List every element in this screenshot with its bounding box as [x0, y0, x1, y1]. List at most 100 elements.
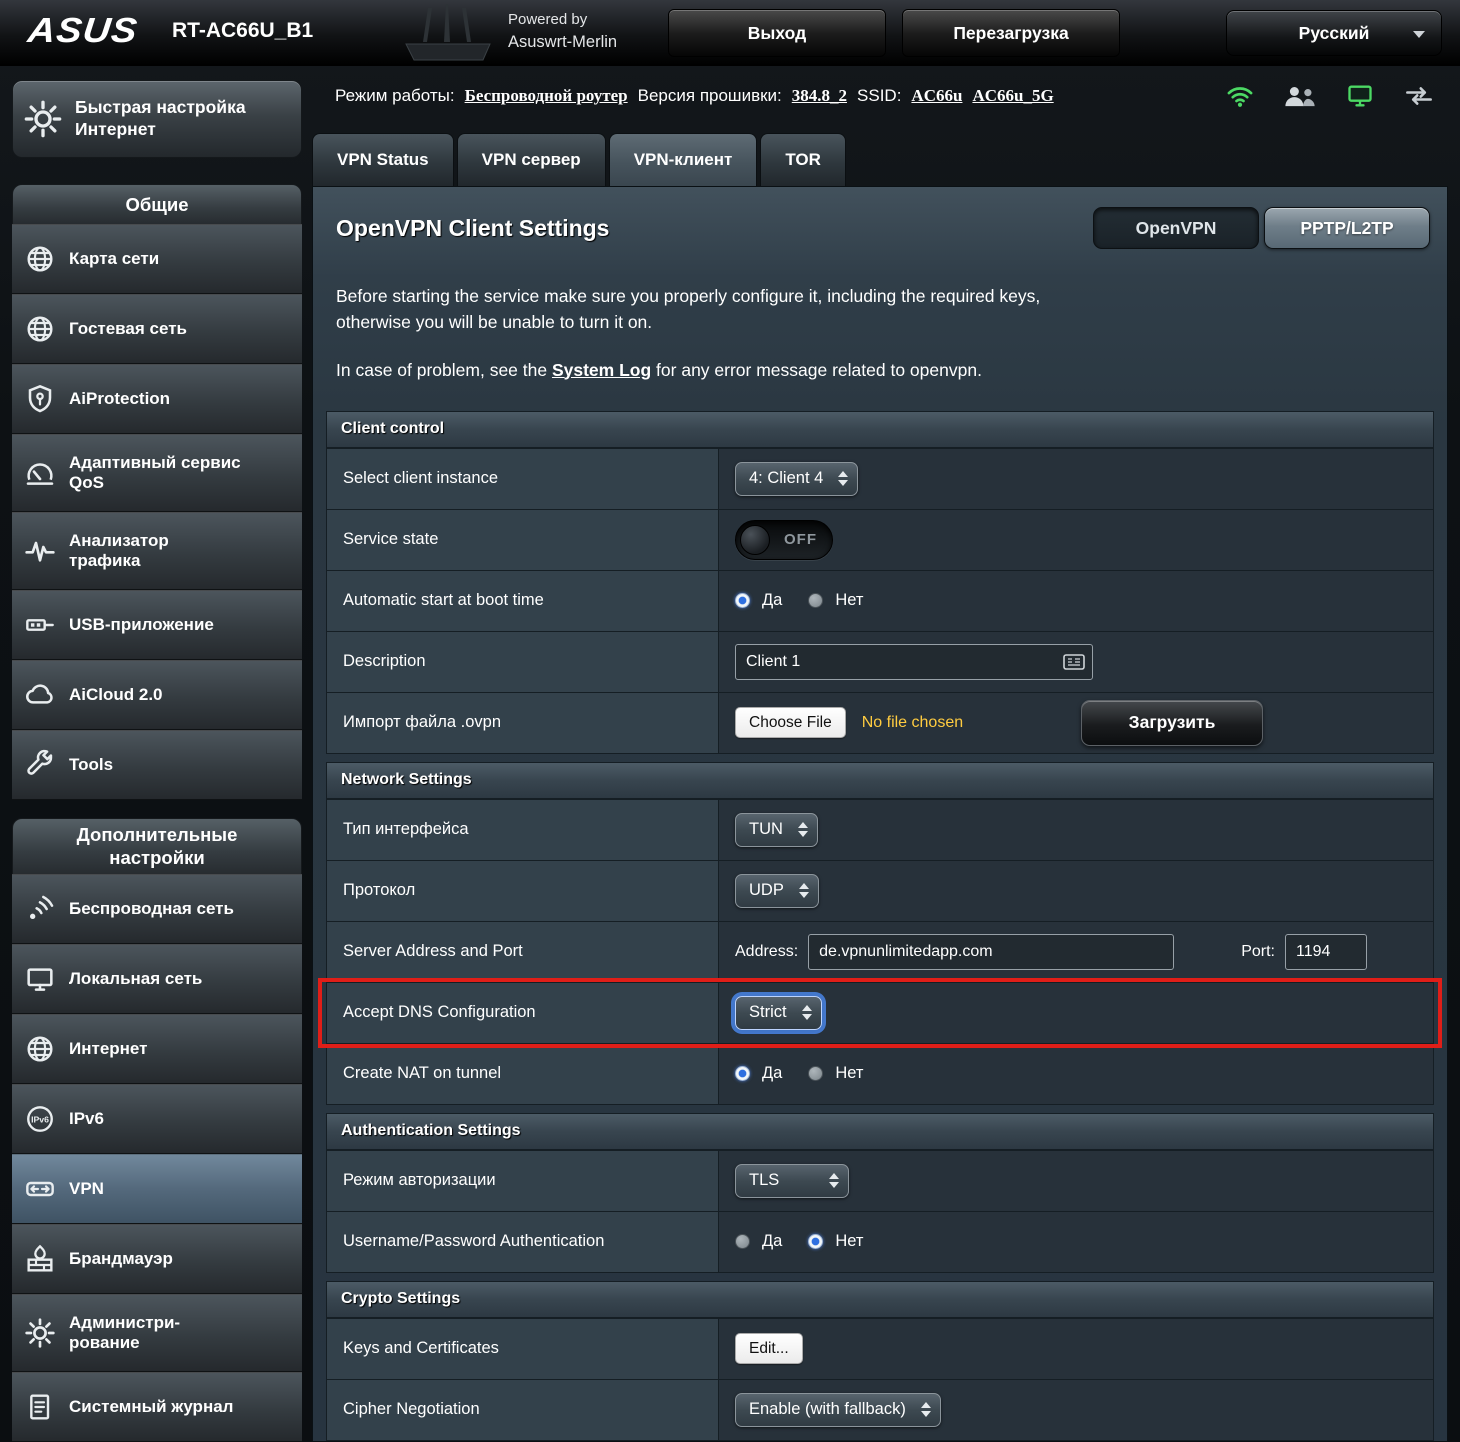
- openvpn-toggle-button[interactable]: OpenVPN: [1093, 207, 1259, 249]
- accept-dns-select[interactable]: Strict: [735, 996, 822, 1030]
- ssid-5g-link[interactable]: AC66u_5G: [972, 86, 1053, 106]
- userpass-yes-label: Да: [762, 1232, 782, 1251]
- sidebar-item-wireless[interactable]: Беспроводная сеть: [12, 874, 302, 944]
- row-label: Automatic start at boot time: [327, 571, 719, 631]
- vpn-type-toggle: OpenVPN PPTP/L2TP: [1093, 207, 1430, 249]
- guest-network-icon: [24, 313, 56, 345]
- page: ASUS RT-AC66U_B1 Powered by Asuswrt-Merl…: [0, 0, 1460, 1442]
- page-title: OpenVPN Client Settings: [336, 215, 609, 242]
- nat-yes-radio[interactable]: [735, 1066, 750, 1081]
- usb-status-icon[interactable]: [1402, 82, 1436, 110]
- description-input[interactable]: [735, 644, 1093, 680]
- sidebar-item-aicloud[interactable]: AiCloud 2.0: [12, 660, 302, 730]
- document-icon: [24, 1391, 56, 1423]
- table-row: Service state OFF: [327, 509, 1433, 570]
- autostart-yes-radio[interactable]: [735, 593, 750, 608]
- quick-setup-icon: [23, 99, 63, 139]
- select-arrows-icon: [799, 1005, 815, 1020]
- tab-vpn-client[interactable]: VPN-клиент: [609, 133, 758, 186]
- network-map-icon: [24, 243, 56, 275]
- userpass-no-radio[interactable]: [808, 1234, 823, 1249]
- ssid-24g-link[interactable]: AC66u: [911, 86, 962, 106]
- tab-vpn-server[interactable]: VPN сервер: [457, 133, 606, 186]
- section-header-client-control: Client control: [327, 412, 1433, 448]
- table-row-accept-dns: Accept DNS Configuration Strict: [327, 982, 1433, 1043]
- chevron-down-icon: [1413, 31, 1425, 38]
- wrench-icon: [24, 749, 56, 781]
- pptp-l2tp-toggle-button[interactable]: PPTP/L2TP: [1264, 207, 1430, 249]
- server-port-input[interactable]: [1285, 934, 1367, 970]
- firmware-version-link[interactable]: 384.8_2: [792, 86, 847, 106]
- select-arrows-icon: [826, 1173, 842, 1188]
- select-arrows-icon: [918, 1402, 934, 1417]
- sidebar-item-administration[interactable]: Администри- рование: [12, 1294, 302, 1372]
- sidebar: Быстрая настройка Интернет Общие Карта с…: [12, 80, 302, 1442]
- vpn-tabs: VPN Status VPN сервер VPN-клиент TOR: [312, 133, 846, 186]
- sidebar-item-system-log[interactable]: Системный журнал: [12, 1372, 302, 1442]
- cipher-negotiation-select[interactable]: Enable (with fallback): [735, 1393, 941, 1427]
- section-header-crypto: Crypto Settings: [327, 1282, 1433, 1318]
- sidebar-item-aiprotection[interactable]: AiProtection: [12, 364, 302, 434]
- row-label: Keys and Certificates: [327, 1319, 719, 1379]
- address-book-icon[interactable]: [1063, 654, 1085, 670]
- admin-label-2: рование: [69, 1333, 180, 1353]
- wifi-status-icon[interactable]: [1224, 82, 1256, 110]
- system-log-link[interactable]: System Log: [552, 360, 651, 380]
- table-row: Description: [327, 631, 1433, 692]
- sidebar-item-usb-application[interactable]: USB-приложение: [12, 590, 302, 660]
- sidebar-item-tools[interactable]: Tools: [12, 730, 302, 800]
- service-state-toggle[interactable]: OFF: [735, 520, 833, 560]
- sidebar-item-quick-setup[interactable]: Быстрая настройка Интернет: [12, 80, 302, 158]
- no-file-chosen-text: No file chosen: [862, 714, 963, 732]
- sidebar-item-qos[interactable]: Адаптивный сервис QoS: [12, 434, 302, 512]
- globe-icon: [24, 1033, 56, 1065]
- nat-no-radio[interactable]: [808, 1066, 823, 1081]
- usb-icon: [24, 609, 56, 641]
- userpass-yes-radio[interactable]: [735, 1234, 750, 1249]
- tab-vpn-status[interactable]: VPN Status: [312, 133, 454, 186]
- advanced-header-2: настройки: [109, 847, 204, 869]
- client-instance-select[interactable]: 4: Client 4: [735, 462, 858, 496]
- sidebar-item-lan[interactable]: Локальная сеть: [12, 944, 302, 1014]
- table-row: Протокол UDP: [327, 860, 1433, 921]
- content-panel: OpenVPN Client Settings OpenVPN PPTP/L2T…: [312, 186, 1448, 1442]
- language-select[interactable]: Русский: [1226, 10, 1442, 56]
- auth-mode-select[interactable]: TLS: [735, 1164, 849, 1198]
- upload-button[interactable]: Загрузить: [1081, 700, 1263, 746]
- tab-tor[interactable]: TOR: [760, 133, 846, 186]
- choose-file-button[interactable]: Choose File: [735, 707, 846, 738]
- sidebar-item-ipv6[interactable]: IPv6: [12, 1084, 302, 1154]
- row-label: Server Address and Port: [327, 922, 719, 982]
- gear-icon: [24, 1317, 56, 1349]
- logout-button[interactable]: Выход: [668, 9, 886, 57]
- operation-mode-link[interactable]: Беспроводной роутер: [465, 86, 628, 106]
- top-bar: ASUS RT-AC66U_B1 Powered by Asuswrt-Merl…: [0, 0, 1460, 66]
- sidebar-item-label: AiCloud 2.0: [69, 685, 163, 705]
- sidebar-item-guest-network[interactable]: Гостевая сеть: [12, 294, 302, 364]
- cloud-icon: [24, 679, 56, 711]
- edit-keys-button[interactable]: Edit...: [735, 1333, 803, 1364]
- table-row: Select client instance 4: Client 4: [327, 448, 1433, 509]
- vpn-icon: [24, 1173, 56, 1205]
- row-label: Импорт файла .ovpn: [327, 693, 719, 753]
- clients-status-icon[interactable]: [1282, 82, 1318, 110]
- autostart-no-radio[interactable]: [808, 593, 823, 608]
- reboot-button[interactable]: Перезагрузка: [902, 9, 1120, 57]
- toggle-state-label: OFF: [784, 531, 817, 548]
- printer-status-icon[interactable]: [1344, 82, 1376, 110]
- protocol-select[interactable]: UDP: [735, 874, 819, 908]
- interface-type-select[interactable]: TUN: [735, 813, 818, 847]
- select-arrows-icon: [795, 822, 811, 837]
- row-label: Service state: [327, 510, 719, 570]
- table-row: Keys and Certificates Edit...: [327, 1318, 1433, 1379]
- sidebar-item-wan[interactable]: Интернет: [12, 1014, 302, 1084]
- sidebar-item-network-map[interactable]: Карта сети: [12, 224, 302, 294]
- select-arrows-icon: [796, 883, 812, 898]
- autostart-yes-label: Да: [762, 591, 782, 610]
- sidebar-item-firewall[interactable]: Брандмауэр: [12, 1224, 302, 1294]
- sidebar-item-traffic-analyzer[interactable]: Анализатор трафика: [12, 512, 302, 590]
- select-arrows-icon: [835, 471, 851, 486]
- server-address-input[interactable]: [808, 934, 1174, 970]
- sidebar-item-vpn[interactable]: VPN: [12, 1154, 302, 1224]
- sidebar-item-label: VPN: [69, 1179, 104, 1199]
